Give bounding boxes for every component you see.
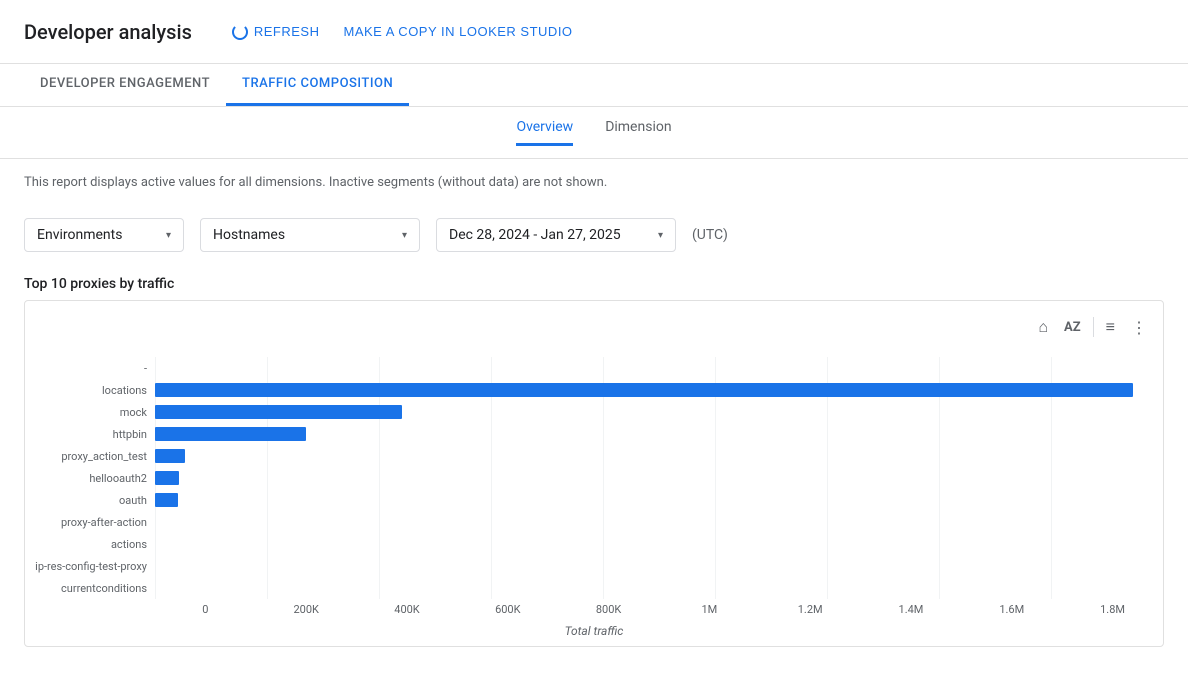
- hostnames-filter[interactable]: Hostnames ▾: [200, 218, 420, 252]
- x-label: 1.4M: [861, 603, 962, 616]
- y-label: httpbin: [113, 423, 147, 445]
- chevron-down-icon: ▾: [402, 230, 407, 241]
- x-label: 1M: [659, 603, 760, 616]
- x-label: 1.8M: [1062, 603, 1163, 616]
- chevron-down-icon: ▾: [166, 230, 171, 241]
- x-label: 0: [155, 603, 256, 616]
- bar-row: [155, 379, 1163, 401]
- bar: [155, 471, 179, 485]
- y-label: locations: [102, 379, 147, 401]
- more-icon[interactable]: ⋮: [1127, 314, 1151, 341]
- bar-row: [155, 533, 1163, 555]
- tab-traffic-composition[interactable]: TRAFFIC COMPOSITION: [226, 64, 409, 106]
- sub-tabs: Overview Dimension: [0, 107, 1188, 159]
- tab-developer-engagement[interactable]: DEVELOPER ENGAGEMENT: [24, 64, 226, 106]
- chart-container: ⌂ AZ ≡ ⋮ -locationsmockhttpbinproxy_acti…: [24, 300, 1164, 647]
- y-label: oauth: [119, 489, 147, 511]
- bar-row: [155, 511, 1163, 533]
- x-label: 600K: [457, 603, 558, 616]
- y-label: actions: [111, 533, 147, 555]
- bar-row: [155, 401, 1163, 423]
- sub-tab-overview[interactable]: Overview: [516, 119, 573, 146]
- bar-row: [155, 577, 1163, 599]
- date-range-filter[interactable]: Dec 28, 2024 - Jan 27, 2025 ▾: [436, 218, 676, 252]
- x-label: 200K: [256, 603, 357, 616]
- refresh-icon: [232, 24, 248, 40]
- toolbar-divider: [1093, 317, 1094, 337]
- chevron-down-icon: ▾: [658, 230, 663, 241]
- bar-chart: -locationsmockhttpbinproxy_action_testhe…: [25, 349, 1163, 599]
- bar-row: [155, 423, 1163, 445]
- bar-row: [155, 445, 1163, 467]
- bar-row: [155, 357, 1163, 379]
- bar: [155, 493, 178, 507]
- bar: [155, 405, 402, 419]
- chart-body: [155, 357, 1163, 599]
- copy-looker-button[interactable]: MAKE A COPY IN LOOKER STUDIO: [344, 24, 573, 39]
- bar: [155, 427, 306, 441]
- x-axis-title: Total traffic: [25, 620, 1163, 646]
- bar: [155, 449, 185, 463]
- x-label: 800K: [558, 603, 659, 616]
- tabs-bar: DEVELOPER ENGAGEMENT TRAFFIC COMPOSITION: [0, 64, 1188, 107]
- chart-toolbar: ⌂ AZ ≡ ⋮: [25, 309, 1163, 349]
- x-label: 1.2M: [760, 603, 861, 616]
- chart-section-title: Top 10 proxies by traffic: [0, 264, 1188, 300]
- y-label: ip-res-config-test-proxy: [35, 555, 147, 577]
- bar-row: [155, 467, 1163, 489]
- environments-filter[interactable]: Environments ▾: [24, 218, 184, 252]
- x-label: 1.6M: [961, 603, 1062, 616]
- filter-icon[interactable]: ≡: [1102, 313, 1119, 341]
- y-label: currentconditions: [61, 577, 147, 599]
- bar: [155, 383, 1133, 397]
- sub-tab-dimension[interactable]: Dimension: [605, 119, 671, 146]
- x-label: 400K: [357, 603, 458, 616]
- header-actions: REFRESH MAKE A COPY IN LOOKER STUDIO: [232, 24, 573, 40]
- page-title: Developer analysis: [24, 20, 192, 44]
- refresh-button[interactable]: REFRESH: [232, 24, 320, 40]
- pin-icon[interactable]: ⌂: [1034, 313, 1052, 341]
- x-axis: 0200K400K600K800K1M1.2M1.4M1.6M1.8M: [155, 599, 1163, 620]
- filters: Environments ▾ Hostnames ▾ Dec 28, 2024 …: [0, 206, 1188, 264]
- bar-row: [155, 489, 1163, 511]
- y-label: mock: [120, 401, 147, 423]
- y-label: hellooauth2: [89, 467, 147, 489]
- header: Developer analysis REFRESH MAKE A COPY I…: [0, 0, 1188, 64]
- y-axis: -locationsmockhttpbinproxy_action_testhe…: [25, 357, 155, 599]
- info-text: This report displays active values for a…: [0, 159, 1188, 206]
- timezone-label: (UTC): [692, 227, 728, 243]
- bars-area: [155, 357, 1163, 599]
- sort-icon[interactable]: AZ: [1060, 316, 1085, 339]
- y-label: -: [144, 357, 147, 379]
- y-label: proxy_action_test: [61, 445, 147, 467]
- bar-row: [155, 555, 1163, 577]
- y-label: proxy-after-action: [61, 511, 147, 533]
